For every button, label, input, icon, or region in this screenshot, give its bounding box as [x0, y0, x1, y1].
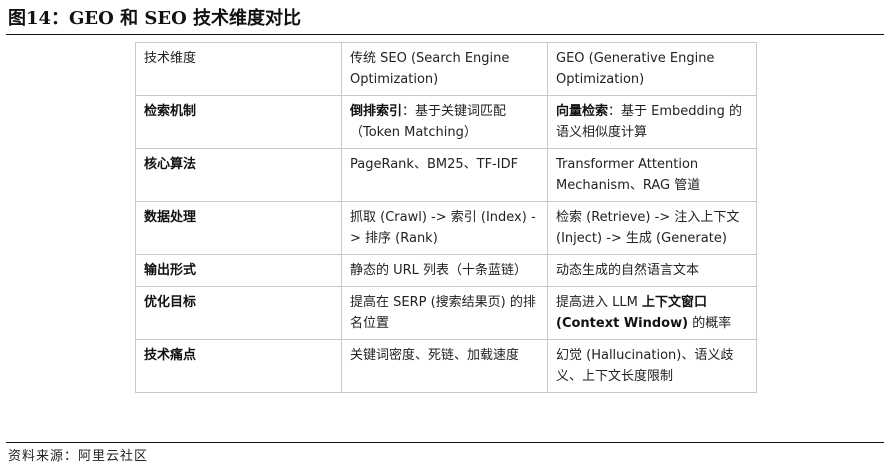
figure-title: 图14：GEO 和 SEO 技术维度对比 [8, 8, 302, 29]
row-geo-cell: 动态生成的自然语言文本 [547, 254, 757, 287]
row-seo-cell: PageRank、BM25、TF-IDF [341, 148, 548, 202]
row-geo-cell: Transformer Attention Mechanism、RAG 管道 [547, 148, 757, 202]
geo-emphasis: 向量检索 [556, 104, 609, 119]
table-row: 核心算法 PageRank、BM25、TF-IDF Transformer At… [135, 148, 757, 202]
seo-emphasis: 倒排索引 [350, 104, 403, 119]
row-dimension: 技术痛点 [135, 339, 342, 393]
row-geo-cell: 检索 (Retrieve) -> 注入上下文 (Inject) -> 生成 (G… [547, 201, 757, 255]
header-geo: GEO (Generative Engine Optimization) [547, 42, 757, 96]
table-header-row: 技术维度 传统 SEO (Search Engine Optimization)… [135, 42, 757, 96]
geo-text: 的概率 [688, 316, 732, 331]
row-dimension: 优化目标 [135, 286, 342, 340]
table-row: 技术痛点 关键词密度、死链、加载速度 幻觉 (Hallucination)、语义… [135, 339, 757, 393]
title-divider [6, 34, 884, 35]
bottom-divider [6, 442, 884, 443]
row-seo-cell: 静态的 URL 列表（十条蓝链） [341, 254, 548, 287]
row-geo-cell: 提高进入 LLM 上下文窗口 (Context Window) 的概率 [547, 286, 757, 340]
geo-text: 提高进入 LLM [556, 295, 642, 310]
row-dimension: 核心算法 [135, 148, 342, 202]
header-dimension: 技术维度 [135, 42, 342, 96]
row-seo-cell: 抓取 (Crawl) -> 索引 (Index) -> 排序 (Rank) [341, 201, 548, 255]
source-note: 资料来源：阿里云社区 [8, 449, 149, 464]
row-geo-cell: 幻觉 (Hallucination)、语义歧义、上下文长度限制 [547, 339, 757, 393]
row-dimension: 检索机制 [135, 95, 342, 149]
table-row: 优化目标 提高在 SERP (搜索结果页) 的排名位置 提高进入 LLM 上下文… [135, 286, 757, 340]
comparison-table: 技术维度 传统 SEO (Search Engine Optimization)… [135, 42, 757, 393]
table-row: 数据处理 抓取 (Crawl) -> 索引 (Index) -> 排序 (Ran… [135, 201, 757, 255]
row-dimension: 数据处理 [135, 201, 342, 255]
row-geo-cell: 向量检索：基于 Embedding 的语义相似度计算 [547, 95, 757, 149]
table-row: 检索机制 倒排索引：基于关键词匹配（Token Matching） 向量检索：基… [135, 95, 757, 149]
table-row: 输出形式 静态的 URL 列表（十条蓝链） 动态生成的自然语言文本 [135, 254, 757, 287]
row-seo-cell: 提高在 SERP (搜索结果页) 的排名位置 [341, 286, 548, 340]
row-seo-cell: 关键词密度、死链、加载速度 [341, 339, 548, 393]
header-seo: 传统 SEO (Search Engine Optimization) [341, 42, 548, 96]
row-dimension: 输出形式 [135, 254, 342, 287]
row-seo-cell: 倒排索引：基于关键词匹配（Token Matching） [341, 95, 548, 149]
